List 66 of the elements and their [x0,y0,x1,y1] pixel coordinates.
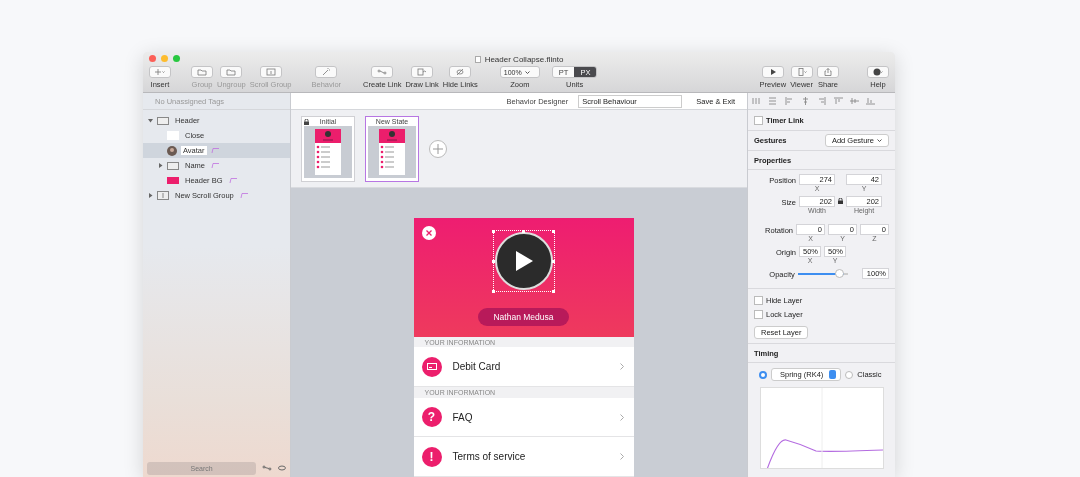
caret-down-icon [877,139,882,142]
align-icon[interactable] [785,97,794,105]
wand-icon [321,68,332,76]
close-icon [425,230,432,236]
chevron-right-icon [619,413,624,421]
align-icon[interactable] [817,97,826,105]
triangle-down-icon[interactable] [147,118,153,123]
plus-icon [155,68,165,76]
zoom-window-button[interactable] [173,55,180,62]
plus-icon [433,143,443,154]
link-icon [377,68,388,76]
checkbox[interactable] [754,295,763,305]
folder-icon [157,116,169,125]
screen-thumbnail-drawing [379,128,405,175]
add-state-button[interactable] [429,139,447,158]
document-icon [474,55,481,63]
card-icon [421,356,442,377]
blank-layer-icon [167,131,179,140]
folder-icon [226,68,237,76]
folder-icon [167,161,179,170]
chevron-right-icon [619,363,624,371]
chevron-right-icon [619,453,624,461]
caret-down-icon [524,70,530,74]
list-row[interactable]: ? FAQ [413,397,634,438]
help-icon [873,68,883,76]
triangle-right-icon[interactable] [157,163,163,168]
lock-icon[interactable] [838,198,843,204]
folder-icon [197,68,207,76]
scroll-group-icon [265,68,276,76]
link-marker-icon [211,163,219,168]
link-icon[interactable] [262,465,273,471]
triangle-right-icon[interactable] [147,193,153,198]
screen-thumbnail-drawing [315,128,341,175]
glyph-icon: ? [421,407,442,428]
link-marker-icon [239,193,248,198]
share-icon [823,68,833,76]
checkbox[interactable] [754,309,763,319]
align-icon[interactable] [850,97,859,105]
name-label: Nathan Medusa [478,308,569,326]
draw-link-icon [417,68,428,76]
close-button[interactable] [421,226,436,240]
eye-icon[interactable] [278,465,286,471]
align-icon[interactable] [834,97,843,105]
link-marker-icon [228,178,237,183]
avatar-icon [167,145,177,156]
align-icon[interactable] [768,97,777,105]
link-marker-icon [210,148,219,153]
window-title: Header Collapse.flinto [484,54,564,64]
play-icon [513,250,534,272]
phone-icon [796,68,807,76]
row-label: Debit Card [452,361,502,373]
align-icon[interactable] [752,97,761,105]
radio-button[interactable] [759,370,767,379]
align-icon[interactable] [866,97,875,105]
row-label: FAQ [452,411,474,423]
glyph-icon: ! [421,446,442,467]
scroll-group-icon [157,191,169,200]
close-window-button[interactable] [149,55,156,62]
minimize-window-button[interactable] [161,55,168,62]
checkbox[interactable] [754,115,763,125]
row-label: Terms of service [452,451,527,463]
rectangle-icon [167,177,179,184]
eye-slash-icon [455,68,466,76]
align-icon[interactable] [801,97,810,105]
radio-button[interactable] [845,370,854,379]
list-row[interactable]: ! Terms of service [413,437,634,477]
